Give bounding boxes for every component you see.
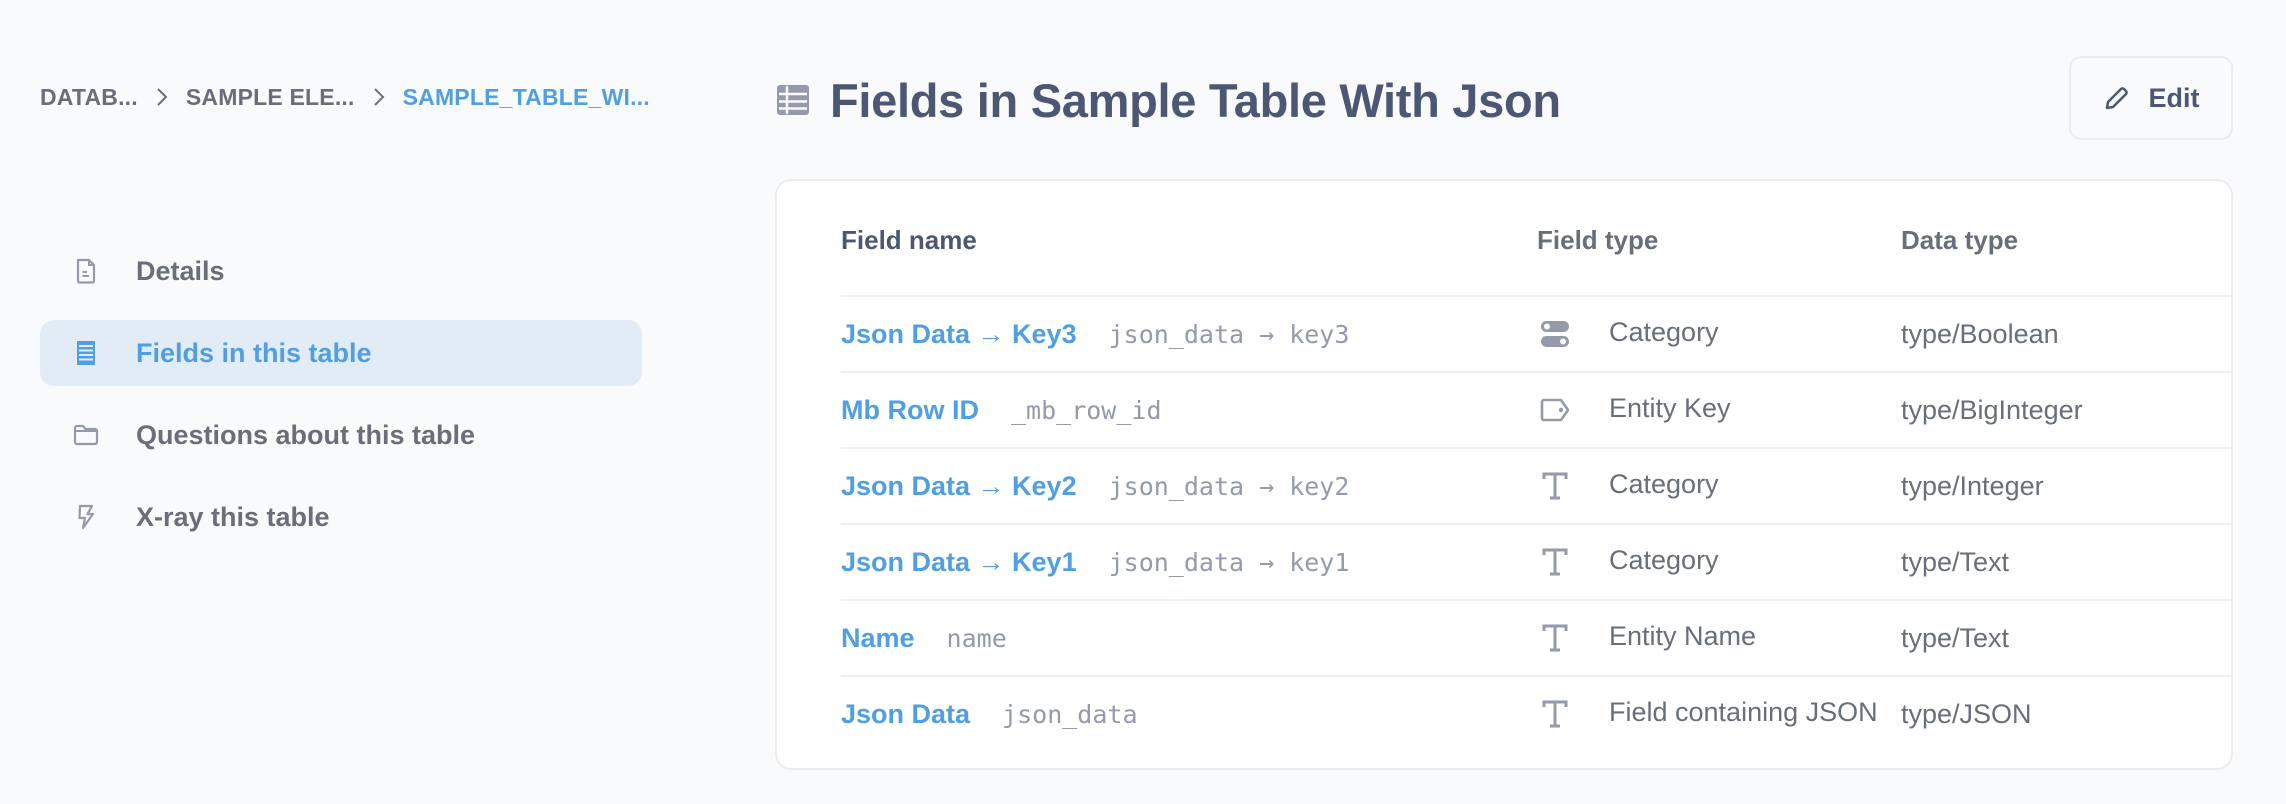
column-header-field-type: Field type	[1537, 225, 1659, 255]
page-header: Fields in Sample Table With Json	[776, 66, 1561, 134]
text-icon	[1537, 546, 1573, 578]
sidebar-item-details[interactable]: Details	[40, 238, 642, 304]
data-type: type/JSON	[1901, 698, 2032, 729]
field-display-name[interactable]: Name	[841, 623, 915, 654]
field-display-name[interactable]: Json Data → Key2	[841, 471, 1077, 502]
field-type: Category	[1609, 544, 1719, 575]
field-type: Entity Key	[1609, 392, 1731, 423]
tag-icon	[1537, 394, 1573, 426]
chevron-right-icon	[138, 86, 186, 108]
field-raw-name: name	[946, 623, 1007, 653]
edit-button[interactable]: Edit	[2069, 56, 2233, 140]
field-raw-name: json_data	[1002, 699, 1138, 729]
table-header: Field name Field type Data type	[841, 181, 2231, 297]
toggle-icon	[1537, 318, 1573, 350]
field-display-name[interactable]: Mb Row ID	[841, 395, 979, 426]
table-rows-icon	[72, 339, 120, 367]
field-raw-name: json_data → key3	[1108, 319, 1350, 349]
field-display-name[interactable]: Json Data → Key3	[841, 319, 1077, 350]
sidebar-item-label: Fields in this table	[136, 337, 372, 368]
sidebar-item-label: X-ray this table	[136, 501, 330, 532]
table-row: Json Data → Key1 json_data → key1 Catego…	[841, 525, 2231, 601]
table-row: Json Data → Key2 json_data → key2 Catego…	[841, 449, 2231, 525]
data-type: type/Boolean	[1901, 318, 2059, 349]
breadcrumb-schema[interactable]: SAMPLE ELE...	[186, 84, 355, 111]
page-title: Fields in Sample Table With Json	[830, 73, 1561, 127]
field-type: Entity Name	[1609, 620, 1757, 651]
document-icon	[72, 257, 120, 285]
field-display-name[interactable]: Json Data	[841, 699, 970, 730]
field-type: Field containing JSON	[1609, 696, 1878, 727]
text-icon	[1537, 470, 1573, 502]
data-type: type/Text	[1901, 622, 2010, 653]
table-row: Mb Row ID _mb_row_id Entity Key type/Big…	[841, 373, 2231, 449]
breadcrumb-table[interactable]: SAMPLE_TABLE_WI...	[403, 84, 650, 111]
data-type: type/BigInteger	[1901, 394, 2083, 425]
chevron-right-icon	[355, 86, 403, 108]
sidebar-item-fields[interactable]: Fields in this table	[40, 320, 642, 386]
field-display-name[interactable]: Json Data → Key1	[841, 547, 1077, 578]
text-icon	[1537, 622, 1573, 654]
sidebar-item-label: Details	[136, 255, 225, 286]
data-type: type/Text	[1901, 546, 2010, 577]
data-type: type/Integer	[1901, 470, 2044, 501]
field-raw-name: json_data → key2	[1108, 471, 1350, 501]
table-row: Json Data → Key3 json_data → key3 Catego…	[841, 297, 2231, 373]
table-row: Json Data json_data Field containing JSO…	[841, 677, 2231, 751]
field-type: Category	[1609, 316, 1719, 347]
field-raw-name: _mb_row_id	[1010, 395, 1162, 425]
fields-table: Field name Field type Data type Json Dat…	[775, 179, 2233, 770]
table-icon	[776, 83, 810, 117]
sidebar-item-questions[interactable]: Questions about this table	[40, 402, 642, 468]
edit-label: Edit	[2148, 82, 2200, 113]
sidebar-item-xray[interactable]: X-ray this table	[40, 484, 642, 550]
breadcrumb: DATAB... SAMPLE ELE... SAMPLE_TABLE_WI..…	[40, 80, 650, 114]
bolt-icon	[72, 503, 120, 531]
field-type: Category	[1609, 468, 1719, 499]
field-raw-name: json_data → key1	[1108, 547, 1350, 577]
folder-icon	[72, 421, 120, 449]
table-row: Name name Entity Name type/Text	[841, 601, 2231, 677]
column-header-field-name: Field name	[841, 225, 977, 255]
pencil-icon	[2105, 87, 2128, 110]
text-icon	[1537, 698, 1573, 730]
sidebar-item-label: Questions about this table	[136, 419, 476, 450]
sidebar: Details Fields in this table Questions a…	[40, 256, 642, 566]
breadcrumb-database[interactable]: DATAB...	[40, 84, 138, 111]
column-header-data-type: Data type	[1901, 225, 2019, 255]
